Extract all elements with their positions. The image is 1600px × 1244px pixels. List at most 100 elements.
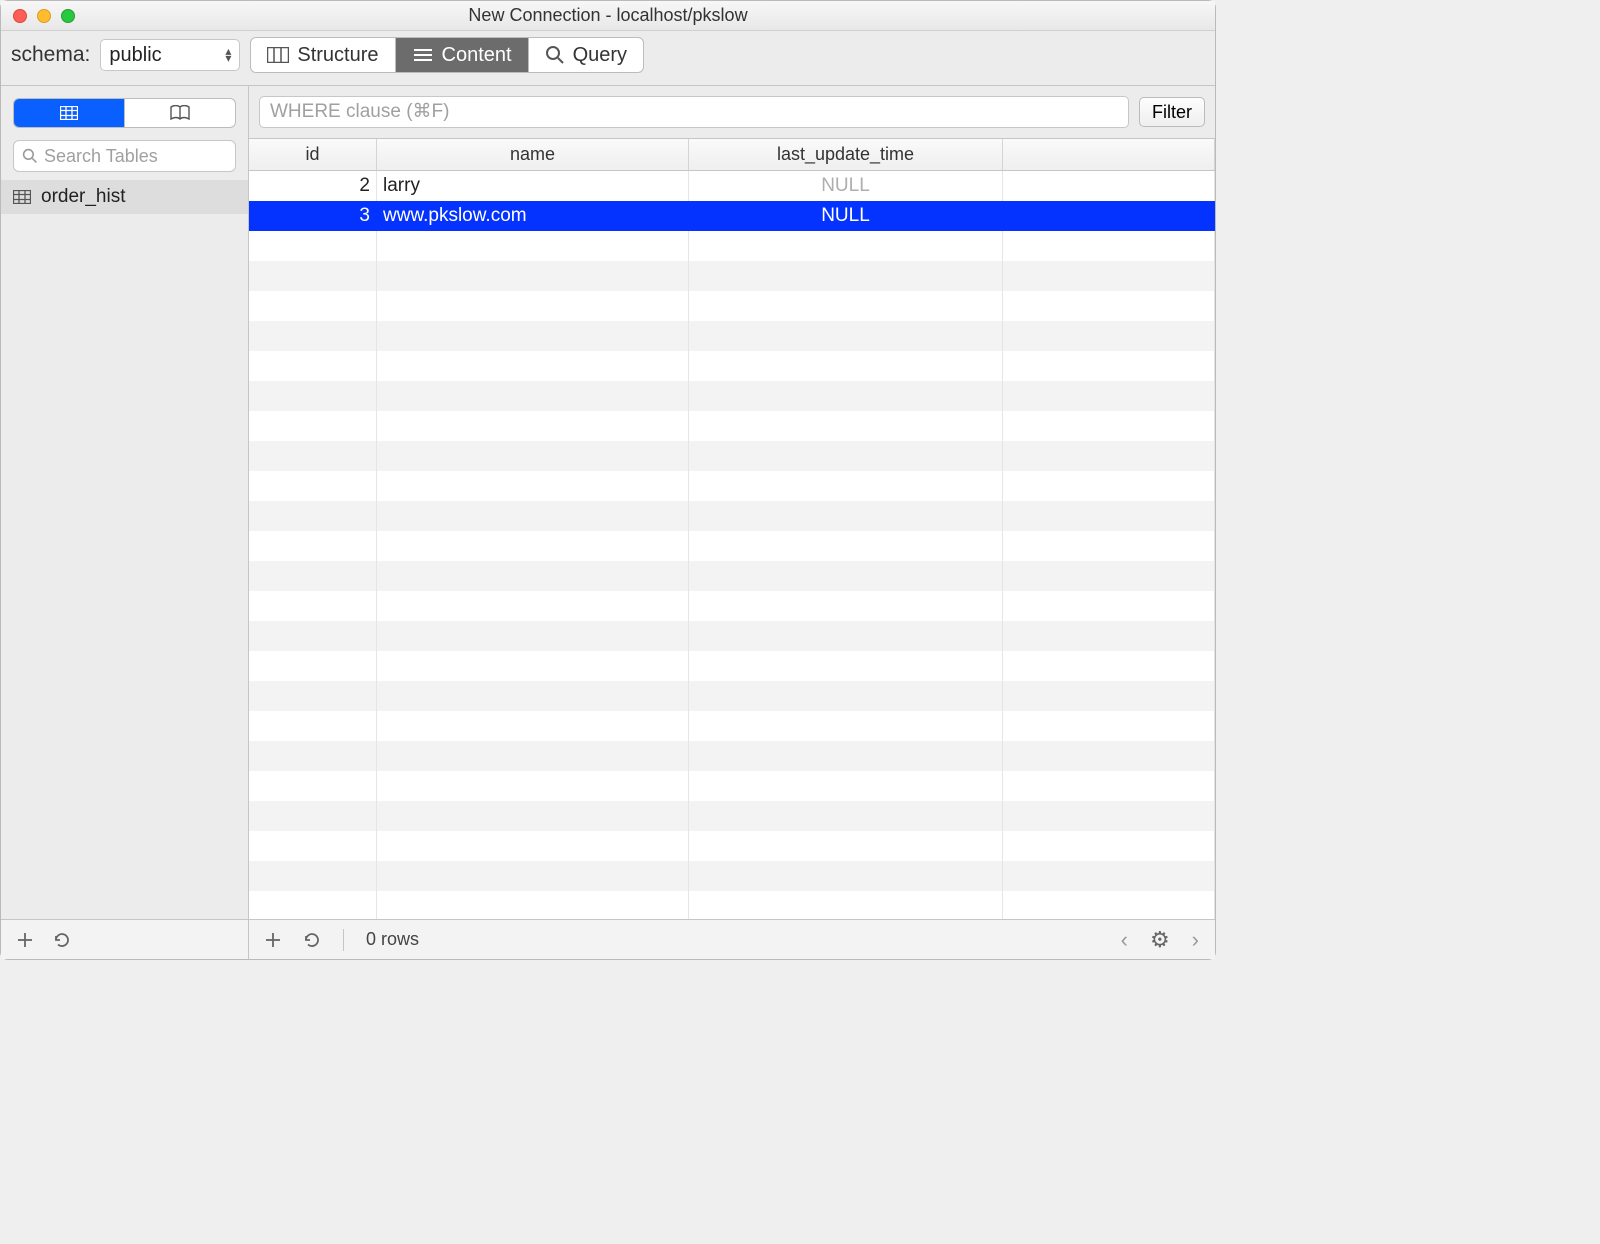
cell-last-update-time[interactable]	[689, 831, 1003, 861]
cell-name[interactable]	[377, 291, 689, 321]
cell-name[interactable]	[377, 381, 689, 411]
window-minimize-button[interactable]	[37, 9, 51, 23]
filter-button[interactable]: Filter	[1139, 97, 1205, 127]
cell-name[interactable]	[377, 351, 689, 381]
table-row[interactable]	[249, 651, 1215, 681]
table-row[interactable]	[249, 351, 1215, 381]
cell-last-update-time[interactable]	[689, 561, 1003, 591]
cell-name[interactable]: www.pkslow.com	[377, 201, 689, 231]
table-row[interactable]	[249, 831, 1215, 861]
prev-page-button[interactable]: ‹	[1121, 927, 1128, 953]
cell-id[interactable]	[249, 261, 377, 291]
cell-name[interactable]	[377, 801, 689, 831]
cell-last-update-time[interactable]	[689, 891, 1003, 919]
cell-id[interactable]	[249, 621, 377, 651]
sidebar-saved-view[interactable]	[125, 99, 235, 127]
table-row[interactable]	[249, 531, 1215, 561]
search-tables-input[interactable]	[44, 146, 276, 167]
cell-last-update-time[interactable]	[689, 291, 1003, 321]
cell-last-update-time[interactable]	[689, 471, 1003, 501]
cell-name[interactable]	[377, 531, 689, 561]
cell-id[interactable]	[249, 711, 377, 741]
cell-last-update-time[interactable]	[689, 441, 1003, 471]
column-header-name[interactable]: name	[377, 139, 689, 170]
table-row[interactable]	[249, 771, 1215, 801]
cell-id[interactable]	[249, 471, 377, 501]
cell-last-update-time[interactable]	[689, 681, 1003, 711]
cell-name[interactable]	[377, 321, 689, 351]
cell-last-update-time[interactable]	[689, 711, 1003, 741]
cell-last-update-time[interactable]	[689, 381, 1003, 411]
cell-last-update-time[interactable]	[689, 621, 1003, 651]
refresh-tables-button[interactable]	[53, 931, 71, 949]
table-row[interactable]	[249, 591, 1215, 621]
table-row[interactable]	[249, 711, 1215, 741]
refresh-rows-button[interactable]	[303, 931, 321, 949]
cell-name[interactable]	[377, 771, 689, 801]
table-row[interactable]: 3www.pkslow.comNULL	[249, 201, 1215, 231]
tab-query[interactable]: Query	[528, 38, 643, 72]
table-row[interactable]: 2larryNULL	[249, 171, 1215, 201]
cell-id[interactable]	[249, 861, 377, 891]
cell-name[interactable]	[377, 621, 689, 651]
cell-name[interactable]	[377, 861, 689, 891]
cell-id[interactable]	[249, 441, 377, 471]
cell-id[interactable]	[249, 801, 377, 831]
cell-last-update-time[interactable]	[689, 411, 1003, 441]
cell-id[interactable]	[249, 741, 377, 771]
cell-last-update-time[interactable]	[689, 261, 1003, 291]
cell-id[interactable]: 2	[249, 171, 377, 201]
table-row[interactable]	[249, 441, 1215, 471]
where-clause-input[interactable]	[259, 96, 1129, 128]
table-row[interactable]	[249, 411, 1215, 441]
table-row[interactable]	[249, 471, 1215, 501]
cell-id[interactable]	[249, 411, 377, 441]
next-page-button[interactable]: ›	[1192, 927, 1199, 953]
settings-button[interactable]: ⚙	[1150, 927, 1170, 953]
cell-name[interactable]: larry	[377, 171, 689, 201]
cell-last-update-time[interactable]	[689, 321, 1003, 351]
cell-name[interactable]	[377, 741, 689, 771]
cell-name[interactable]	[377, 501, 689, 531]
table-row[interactable]	[249, 891, 1215, 919]
cell-last-update-time[interactable]: NULL	[689, 201, 1003, 231]
cell-name[interactable]	[377, 681, 689, 711]
cell-last-update-time[interactable]	[689, 651, 1003, 681]
cell-id[interactable]	[249, 291, 377, 321]
search-tables-field[interactable]	[13, 140, 236, 172]
cell-id[interactable]	[249, 321, 377, 351]
column-header-id[interactable]: id	[249, 139, 377, 170]
cell-name[interactable]	[377, 411, 689, 441]
cell-last-update-time[interactable]	[689, 231, 1003, 261]
cell-id[interactable]	[249, 591, 377, 621]
cell-last-update-time[interactable]	[689, 501, 1003, 531]
table-row[interactable]	[249, 621, 1215, 651]
cell-name[interactable]	[377, 471, 689, 501]
table-row[interactable]	[249, 681, 1215, 711]
window-close-button[interactable]	[13, 9, 27, 23]
cell-id[interactable]	[249, 651, 377, 681]
cell-last-update-time[interactable]	[689, 801, 1003, 831]
cell-name[interactable]	[377, 651, 689, 681]
table-row[interactable]	[249, 561, 1215, 591]
cell-name[interactable]	[377, 231, 689, 261]
table-row[interactable]	[249, 291, 1215, 321]
cell-name[interactable]	[377, 711, 689, 741]
table-row[interactable]	[249, 321, 1215, 351]
cell-id[interactable]	[249, 831, 377, 861]
cell-id[interactable]	[249, 561, 377, 591]
cell-last-update-time[interactable]	[689, 861, 1003, 891]
table-row[interactable]	[249, 741, 1215, 771]
cell-id[interactable]	[249, 231, 377, 261]
cell-last-update-time[interactable]	[689, 771, 1003, 801]
cell-name[interactable]	[377, 561, 689, 591]
cell-name[interactable]	[377, 441, 689, 471]
cell-last-update-time[interactable]	[689, 531, 1003, 561]
cell-last-update-time[interactable]	[689, 741, 1003, 771]
cell-last-update-time[interactable]	[689, 591, 1003, 621]
cell-name[interactable]	[377, 261, 689, 291]
table-row[interactable]	[249, 861, 1215, 891]
cell-name[interactable]	[377, 831, 689, 861]
cell-id[interactable]	[249, 891, 377, 919]
table-row[interactable]	[249, 501, 1215, 531]
